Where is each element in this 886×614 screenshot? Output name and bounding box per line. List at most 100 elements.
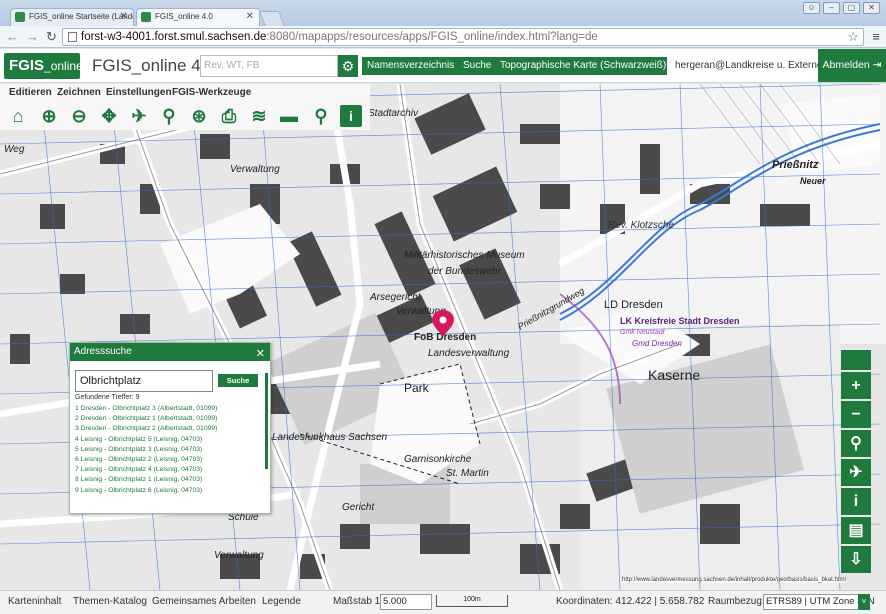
pan-map-icon[interactable]: ✈ (841, 459, 871, 486)
magnify-icon[interactable]: ⚲ (158, 105, 180, 127)
map-attribution[interactable]: http://www.landesvermessung.sachsen.de/i… (622, 577, 846, 583)
map-canvas: Weg Verwaltung Stadtarchiv Militärhistor… (0, 84, 886, 590)
page-icon (68, 32, 77, 42)
user-label: hergeran@Landkreise u. Externe (675, 60, 823, 71)
search-input[interactable]: Rev, WT, FB (200, 55, 338, 77)
map-label: Prießnitz (772, 159, 819, 171)
map-label: Weg (4, 144, 25, 155)
zoom-in-box-icon[interactable]: ⊕ (38, 105, 60, 127)
browser-tab-bar: FGIS_online Startseite (Landes ✕ FGIS_on… (0, 0, 886, 26)
favicon-icon (15, 12, 25, 22)
zoom-out-icon[interactable]: − (841, 401, 871, 428)
logo-sub: _online (44, 59, 83, 73)
browser-tab-startseite[interactable]: FGIS_online Startseite (Landes ✕ (10, 8, 134, 26)
map-label: Neuer (800, 176, 826, 186)
url-path: :8080/mapapps/resources/apps/FGIS_online… (266, 31, 598, 43)
result-item[interactable]: 9 Leisnig - Olbrichtplatz 6 (Leisnig, 04… (75, 486, 265, 496)
pan-icon[interactable]: ✥ (98, 105, 120, 127)
tab-title: FGIS_online Startseite (Landes (29, 12, 134, 21)
zoom-full-icon[interactable]: ⊛ (188, 105, 210, 127)
map-label: LK Kreisfreie Stadt Dresden (620, 316, 740, 326)
close-icon[interactable]: ✕ (256, 345, 265, 363)
tab-close-icon[interactable]: ✕ (120, 9, 128, 25)
home-icon[interactable]: ⌂ (7, 105, 29, 127)
result-item[interactable]: 7 Leisnig - Olbrichtplatz 4 (Leisnig, 04… (75, 465, 265, 475)
maximize-icon[interactable]: ▢ (843, 2, 860, 14)
forward-icon[interactable]: → (26, 29, 39, 44)
result-item[interactable]: 3 Dresden - Olbrichtplatz 2 (Albertstadt… (75, 424, 265, 434)
logout-label: Abmelden (822, 59, 870, 71)
result-item[interactable]: 4 Leisnig - Olbrichtplatz 5 (Leisnig, 04… (75, 435, 265, 445)
zoom-in-icon[interactable]: + (841, 372, 871, 399)
result-item[interactable]: 6 Leisnig - Olbrichtplatz 2 (Leisnig, 04… (75, 455, 265, 465)
menu-editieren[interactable]: Editieren (9, 87, 52, 98)
result-item[interactable]: 1 Dresden - Olbrichtplatz 3 (Albertstadt… (75, 404, 265, 414)
map-label: Gmd Dresden (632, 339, 682, 348)
logout-icon: ⇥ (872, 59, 882, 71)
dialog-scrollbar[interactable] (265, 373, 268, 469)
tab-karteninhalt[interactable]: Karteninhalt (8, 596, 61, 607)
address-bar: ← → ↻ forst-w3-4001.forst.smul.sachsen.d… (0, 26, 886, 48)
zoom-out-box-icon[interactable]: ⊖ (68, 105, 90, 127)
address-search-button[interactable]: Suche (218, 374, 258, 387)
back-icon[interactable]: ← (6, 29, 19, 44)
map-toolbar: ⌂ ⊕ ⊖ ✥ ✈ ⚲ ⊛ ⎙ ≋ ▬ ⚲ i (0, 102, 370, 130)
coordinates-readout: Koordinaten: 412.422 | 5.658.782 (556, 596, 705, 607)
map-label: LD Dresden (604, 299, 663, 311)
tab-gemeinsames-arbeiten[interactable]: Gemeinsames Arbeiten (152, 596, 256, 607)
app-title: FGIS_online 4.0 (92, 56, 215, 75)
browser-tab-fgis[interactable]: FGIS_online 4.0 ✕ (136, 8, 260, 26)
map-label: Gericht (342, 502, 375, 513)
map-label: Rev. Klotzsche (608, 220, 674, 231)
map-view[interactable]: Weg Verwaltung Stadtarchiv Militärhistor… (0, 84, 886, 590)
namensverzeichnis-button[interactable]: Namensverzeichnis (362, 57, 460, 75)
identify-icon[interactable]: ▤ (841, 517, 871, 544)
url-host: forst-w3-4001.forst.smul.sachsen.de (81, 31, 267, 43)
map-label: Militärhistorisches Museum (404, 250, 525, 261)
browser-menu-icon[interactable]: ≡ (872, 29, 880, 44)
search-map-icon[interactable]: ⚲ (310, 105, 332, 127)
close-icon[interactable]: ✕ (863, 2, 880, 14)
measure-icon[interactable]: ▬ (278, 105, 300, 127)
result-item[interactable]: 8 Leisnig - Olbrichtplatz 1 (Leisnig, 04… (75, 475, 265, 485)
info-map-icon[interactable]: i (841, 488, 871, 515)
zoom-search-icon[interactable]: ⚲ (841, 430, 871, 457)
logout-button[interactable]: Abmelden ⇥ (818, 49, 886, 82)
tab-title: FGIS_online 4.0 (155, 12, 213, 21)
menu-bar: Editieren Zeichnen Einstellungen FGIS-We… (0, 84, 370, 102)
result-item[interactable]: 5 Leisnig - Olbrichtplatz 3 (Leisnig, 04… (75, 445, 265, 455)
map-label: Gmk Neustadt (620, 329, 666, 336)
panel-handle[interactable] (841, 350, 871, 370)
tab-close-icon[interactable]: ✕ (246, 9, 254, 25)
menu-zeichnen[interactable]: Zeichnen (57, 87, 101, 98)
chevron-down-icon[interactable]: ˅ (858, 594, 870, 610)
reload-icon[interactable]: ↻ (46, 29, 57, 45)
person-icon[interactable]: ☺ (803, 2, 820, 14)
bookmark-star-icon[interactable]: ☆ (847, 29, 859, 45)
dialog-title-bar[interactable]: Adresssuche ✕ (70, 343, 270, 361)
suche-button[interactable]: Suche (458, 57, 497, 75)
new-tab-button[interactable] (259, 11, 285, 26)
extent-icon[interactable]: ✈ (128, 105, 150, 127)
menu-einstellungen[interactable]: Einstellungen (106, 87, 172, 98)
basemap-select[interactable]: Topographische Karte (Schwarzweiß) ˅ (495, 57, 675, 75)
map-label: Arsegericht (369, 292, 422, 303)
search-settings-gear-icon[interactable]: ⚙ (338, 55, 358, 77)
crs-select[interactable]: ETRS89 | UTM Zone 33N (763, 594, 875, 610)
url-field[interactable]: forst-w3-4001.forst.smul.sachsen.de:8080… (62, 28, 864, 46)
map-label: Garnisonkirche (404, 454, 472, 465)
scale-input[interactable]: 5.000 (380, 594, 432, 610)
address-input[interactable]: Olbrichtplatz (75, 370, 213, 392)
download-icon[interactable]: ⇩ (841, 546, 871, 573)
minimize-icon[interactable]: – (823, 2, 840, 14)
tab-legende[interactable]: Legende (262, 596, 301, 607)
print-icon[interactable]: ⎙ (218, 105, 240, 127)
result-item[interactable]: 2 Dresden - Olbrichtplatz 1 (Albertstadt… (75, 414, 265, 424)
tab-themen-katalog[interactable]: Themen-Katalog (73, 596, 147, 607)
map-label: Kaserne (648, 367, 700, 383)
menu-fgis-werkzeuge[interactable]: FGIS-Werkzeuge (172, 87, 251, 98)
address-search-dialog: Adresssuche ✕ Olbrichtplatz Suche Gefund… (69, 342, 271, 514)
info-icon[interactable]: i (340, 105, 362, 127)
fgis-logo: FGIS_online (4, 53, 83, 79)
layers-add-icon[interactable]: ≋ (248, 105, 270, 127)
